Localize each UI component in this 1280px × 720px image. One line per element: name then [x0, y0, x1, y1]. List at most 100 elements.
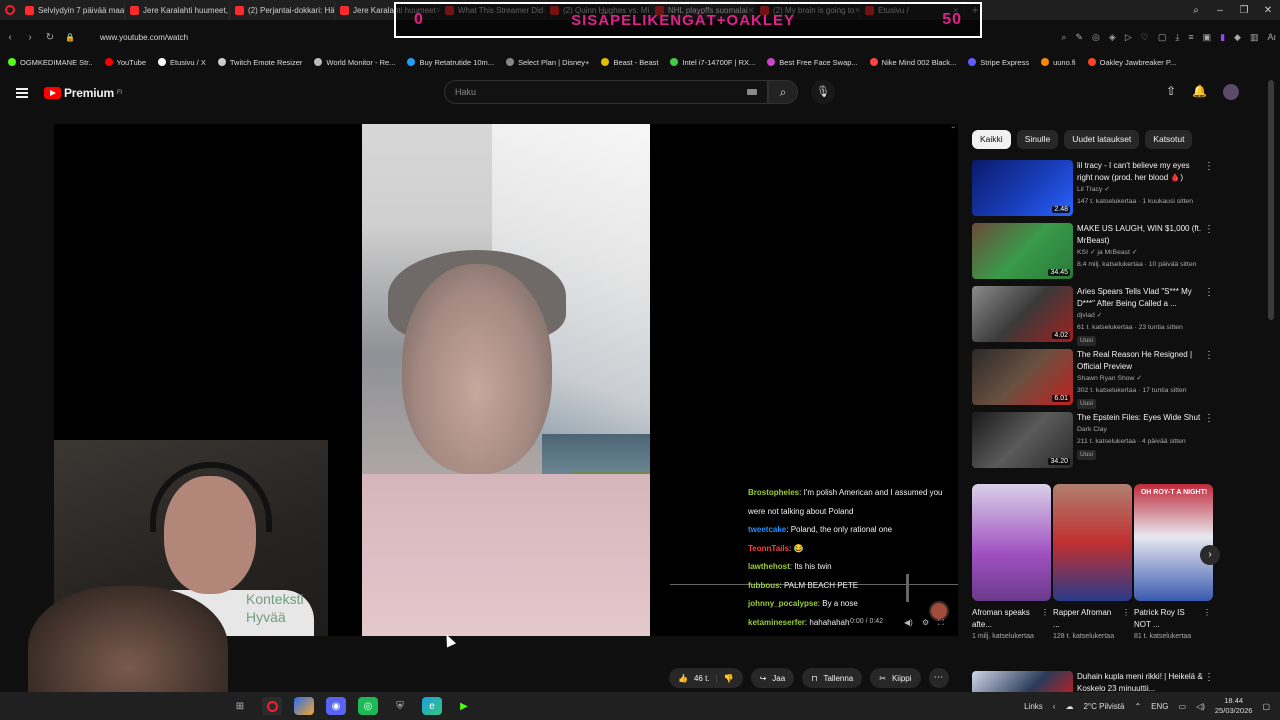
- camera-icon[interactable]: ◎: [1092, 32, 1100, 43]
- channel-name[interactable]: djvlad ✓: [1077, 310, 1205, 322]
- channel-name[interactable]: Shawn Ryan Show ✓: [1077, 373, 1205, 385]
- filter-chip[interactable]: Uudet lataukset: [1064, 130, 1140, 149]
- edit-icon[interactable]: ✎: [1075, 32, 1083, 43]
- cube-icon[interactable]: ◆: [1234, 32, 1241, 43]
- search-input[interactable]: Haku: [444, 80, 768, 104]
- search-button[interactable]: ⌕: [768, 80, 798, 104]
- tray-chevron-icon[interactable]: ⌃: [1134, 702, 1141, 711]
- save-button[interactable]: ⊓ Tallenna: [802, 668, 863, 688]
- ai-icon[interactable]: Aı: [1267, 32, 1276, 42]
- recommendation-item[interactable]: 34.20 The Epstein Files: Eyes Wide Shut Da…: [972, 411, 1218, 474]
- weather-label[interactable]: 2°C Pilvistä: [1083, 702, 1124, 711]
- more-icon[interactable]: ⋮: [1204, 672, 1214, 683]
- short-info[interactable]: Afroman speaks afte... 1 milj. katseluker…: [972, 607, 1051, 643]
- bookmark-item[interactable]: Buy Retatrutide 10m...: [407, 58, 494, 67]
- bookmark-item[interactable]: Select Plan | Disney+: [506, 58, 589, 67]
- network-icon[interactable]: ▭: [1179, 702, 1187, 711]
- share-button[interactable]: ↪ Jaa: [750, 668, 795, 688]
- links-label[interactable]: Links: [1024, 702, 1043, 711]
- bookmark-item[interactable]: Beast - Beast: [601, 58, 658, 67]
- discord-icon[interactable]: ◉: [326, 697, 346, 715]
- keyboard-icon[interactable]: [747, 89, 757, 95]
- shield-icon[interactable]: ◈: [1109, 32, 1116, 43]
- bookmark-item[interactable]: Twitch Emote Resizer: [217, 58, 302, 67]
- more-icon[interactable]: ⋮: [1041, 607, 1049, 619]
- like-button[interactable]: 👍 46 t. | 👎: [669, 668, 743, 688]
- extensions-icon[interactable]: ▣: [1203, 32, 1212, 43]
- volume-icon[interactable]: ◀): [904, 618, 913, 627]
- bookmark-item[interactable]: Etusivu / X: [158, 58, 206, 67]
- twitch-icon[interactable]: ▮: [1220, 32, 1225, 43]
- start-icon[interactable]: ⊞: [230, 697, 250, 715]
- youtube-logo[interactable]: Premium FI: [44, 86, 122, 100]
- bookmark-item[interactable]: YouTube: [104, 58, 146, 67]
- forward-icon[interactable]: ›: [20, 32, 40, 43]
- bookmark-item[interactable]: OGMKEDIMANE Str..: [8, 58, 93, 67]
- restore-icon[interactable]: ❐: [1232, 5, 1256, 16]
- recommendation-item[interactable]: 2.48 lil tracy - I can't believe my eyes …: [972, 159, 1218, 222]
- bookmark-item[interactable]: uuno.fi: [1041, 58, 1076, 67]
- kick-icon[interactable]: ▶: [454, 697, 474, 715]
- opera-menu-icon[interactable]: [0, 0, 20, 20]
- play-icon[interactable]: ▷: [1125, 32, 1132, 43]
- heart-icon[interactable]: ♡: [1141, 32, 1149, 43]
- back-icon[interactable]: ‹: [0, 32, 20, 43]
- channel-name[interactable]: Lil Tracy ✓: [1077, 184, 1205, 196]
- browser-tab[interactable]: Jere Karalahti huumeet, n✕: [125, 1, 230, 19]
- recommendation-item[interactable]: 4.02 Aries Spears Tells Vlad "S*** My D**…: [972, 285, 1218, 348]
- more-icon[interactable]: ⋮: [1204, 224, 1214, 235]
- avatar[interactable]: [1223, 84, 1240, 100]
- opera-icon[interactable]: [262, 697, 282, 715]
- more-actions-icon[interactable]: ⋯: [928, 668, 949, 688]
- thumb-down-icon[interactable]: 👎: [724, 674, 734, 683]
- search-icon[interactable]: ⌕: [1061, 32, 1066, 43]
- fullscreen-icon[interactable]: ⛶: [938, 618, 944, 628]
- bookmark-item[interactable]: Oakley Jawbreaker P...: [1087, 58, 1176, 67]
- snap-icon[interactable]: ▢: [1158, 32, 1167, 43]
- more-icon[interactable]: ⋮: [1203, 607, 1211, 619]
- more-icon[interactable]: ⋮: [1204, 350, 1214, 361]
- voice-search-icon[interactable]: 🎙: [811, 80, 835, 104]
- close-window-icon[interactable]: ✕: [1256, 5, 1280, 16]
- url-field[interactable]: www.youtube.com/watch: [100, 33, 188, 42]
- browser-tab[interactable]: Selviydyin 7 päivää maalis✕: [20, 1, 125, 19]
- menu-icon[interactable]: ≡: [1188, 32, 1193, 42]
- short-thumbnail[interactable]: [1053, 484, 1132, 601]
- short-info[interactable]: Rapper Afroman ... 128 t. katselukertaa ⋮: [1053, 607, 1132, 643]
- bookmark-item[interactable]: Nike Mind 002 Black...: [869, 58, 956, 67]
- notifications-icon[interactable]: 🔔: [1192, 84, 1207, 100]
- short-info[interactable]: Patrick Roy IS NOT ... 81 t. katselukerta…: [1134, 607, 1213, 643]
- more-icon[interactable]: ⋮: [1204, 161, 1214, 172]
- sidebar-icon[interactable]: ▥: [1250, 32, 1259, 43]
- download-icon[interactable]: ⤓: [1175, 32, 1179, 43]
- bookmark-item[interactable]: Stripe Express: [968, 58, 1029, 67]
- minimize-icon[interactable]: –: [1208, 5, 1232, 16]
- colorful-app-icon[interactable]: [294, 697, 314, 715]
- speaker-icon[interactable]: ◁): [1196, 702, 1205, 711]
- spotify-icon[interactable]: ◎: [358, 697, 378, 715]
- chevron-up-icon[interactable]: ‹: [1053, 702, 1056, 711]
- recommendation-item[interactable]: 6.01 The Real Reason He Resigned | Offici…: [972, 348, 1218, 411]
- settings-icon[interactable]: ⚙: [922, 618, 929, 627]
- clip-button[interactable]: ✂ Kiippi: [870, 668, 921, 688]
- filter-chip[interactable]: Kaikki: [972, 130, 1011, 149]
- chevron-right-icon[interactable]: ›: [1200, 545, 1220, 565]
- browser-tab[interactable]: (2) Perjantai-dokkari: Häv✕: [230, 1, 335, 19]
- filter-chip[interactable]: Katsotut: [1145, 130, 1193, 149]
- bookmark-item[interactable]: Best Free Face Swap...: [767, 58, 858, 67]
- bookmark-item[interactable]: Intel i7-14700F | RX...: [670, 58, 755, 67]
- clock[interactable]: 18.44 25/03/2026: [1215, 696, 1253, 716]
- more-icon[interactable]: ⋮: [1122, 607, 1130, 619]
- bookmark-item[interactable]: World Monitor - Re...: [314, 58, 395, 67]
- shield-app-icon[interactable]: ⛨: [390, 697, 410, 715]
- filter-chip[interactable]: Sinulle: [1016, 130, 1059, 149]
- search-tabs-icon[interactable]: ⌕: [1184, 5, 1208, 16]
- notification-center-icon[interactable]: ▢: [1262, 702, 1270, 711]
- short-thumbnail[interactable]: [972, 484, 1051, 601]
- language-label[interactable]: ENG: [1151, 702, 1168, 711]
- volume-slider[interactable]: [906, 574, 909, 602]
- upload-icon[interactable]: ⇧: [1166, 84, 1176, 100]
- guide-menu-icon[interactable]: [16, 88, 28, 98]
- channel-name[interactable]: KSI ✓ ja MrBeast ✓: [1077, 247, 1205, 259]
- edge-icon[interactable]: e: [422, 697, 442, 715]
